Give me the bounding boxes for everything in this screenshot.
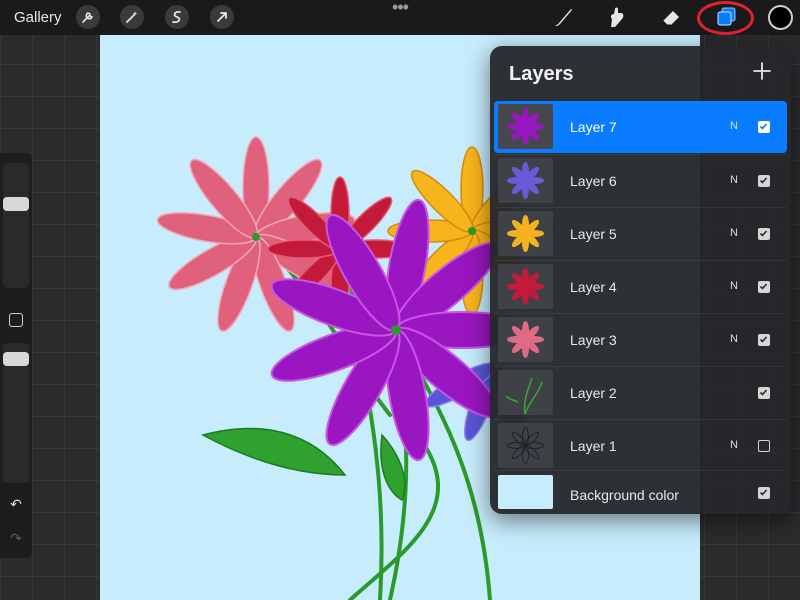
blend-mode-button[interactable]: N bbox=[730, 333, 738, 345]
visibility-checkbox[interactable] bbox=[758, 440, 770, 452]
layer-name: Layer 7 bbox=[570, 119, 617, 135]
visibility-checkbox[interactable] bbox=[758, 175, 770, 187]
background-thumbnail bbox=[498, 475, 553, 509]
layer-thumbnail bbox=[498, 423, 553, 468]
smudge-icon[interactable] bbox=[604, 4, 630, 30]
layer-thumbnail bbox=[498, 104, 553, 149]
layer-row-background[interactable]: Background color bbox=[494, 470, 787, 514]
undo-icon[interactable]: ↶ bbox=[7, 497, 25, 511]
layer-row[interactable]: Layer 6 N bbox=[494, 154, 787, 206]
visibility-checkbox[interactable] bbox=[758, 334, 770, 346]
layers-panel: Layers Layer 7 N Layer 6 N Layer 5 N Layer 4NL… bbox=[490, 46, 791, 514]
visibility-checkbox[interactable] bbox=[758, 281, 770, 293]
layer-thumbnail bbox=[498, 158, 553, 203]
blend-mode-button[interactable]: N bbox=[730, 120, 738, 132]
color-swatch-button[interactable] bbox=[768, 5, 793, 30]
layer-row[interactable]: Layer 3 N bbox=[494, 313, 787, 365]
layer-thumbnail bbox=[498, 370, 553, 415]
layer-row[interactable]: Layer 5 N bbox=[494, 207, 787, 259]
layer-row[interactable]: Layer 7 N bbox=[494, 101, 787, 153]
wrench-icon[interactable] bbox=[76, 5, 100, 29]
layer-row[interactable]: Layer 1 N bbox=[494, 419, 787, 471]
layer-name: Layer 2 bbox=[570, 385, 617, 401]
selection-icon[interactable] bbox=[165, 5, 189, 29]
layer-thumbnail bbox=[498, 317, 553, 362]
layer-thumbnail bbox=[498, 264, 553, 309]
layer-name: Layer 5 bbox=[570, 226, 617, 242]
layer-name: Layer 6 bbox=[570, 173, 617, 189]
layer-name: Layer 3 bbox=[570, 332, 617, 348]
opacity-thumb[interactable] bbox=[3, 352, 29, 366]
layer-row[interactable]: Layer 4 N bbox=[494, 260, 787, 312]
layer-thumbnail bbox=[498, 211, 553, 256]
brush-size-slider[interactable] bbox=[3, 163, 29, 288]
more-options-icon[interactable]: ••• bbox=[388, 0, 412, 16]
layer-name: Layer 4 bbox=[570, 279, 617, 295]
visibility-checkbox[interactable] bbox=[758, 487, 770, 499]
eraser-icon[interactable] bbox=[658, 4, 684, 30]
visibility-checkbox[interactable] bbox=[758, 228, 770, 240]
layer-name: Layer 1 bbox=[570, 438, 617, 454]
layer-name: Background color bbox=[570, 487, 679, 503]
blend-mode-button[interactable]: N bbox=[730, 439, 738, 451]
top-toolbar: Gallery ••• bbox=[0, 0, 800, 35]
magic-wand-icon[interactable] bbox=[120, 5, 144, 29]
blend-mode-button[interactable]: N bbox=[730, 280, 738, 292]
visibility-checkbox[interactable] bbox=[758, 121, 770, 133]
plus-icon[interactable] bbox=[751, 60, 773, 82]
brush-icon[interactable] bbox=[551, 4, 577, 30]
modify-button[interactable] bbox=[9, 313, 23, 327]
redo-icon[interactable]: ↷ bbox=[7, 531, 25, 545]
blend-mode-button[interactable]: N bbox=[730, 227, 738, 239]
gallery-button[interactable]: Gallery bbox=[14, 9, 62, 26]
transform-arrow-icon[interactable] bbox=[210, 5, 234, 29]
layers-highlight-circle bbox=[697, 1, 754, 35]
left-sidebar: ↶ ↷ bbox=[0, 153, 32, 558]
blend-mode-button[interactable]: N bbox=[730, 174, 738, 186]
layer-row[interactable]: Layer 2 bbox=[494, 366, 787, 418]
brush-size-thumb[interactable] bbox=[3, 197, 29, 211]
panel-title: Layers bbox=[509, 63, 574, 85]
visibility-checkbox[interactable] bbox=[758, 387, 770, 399]
